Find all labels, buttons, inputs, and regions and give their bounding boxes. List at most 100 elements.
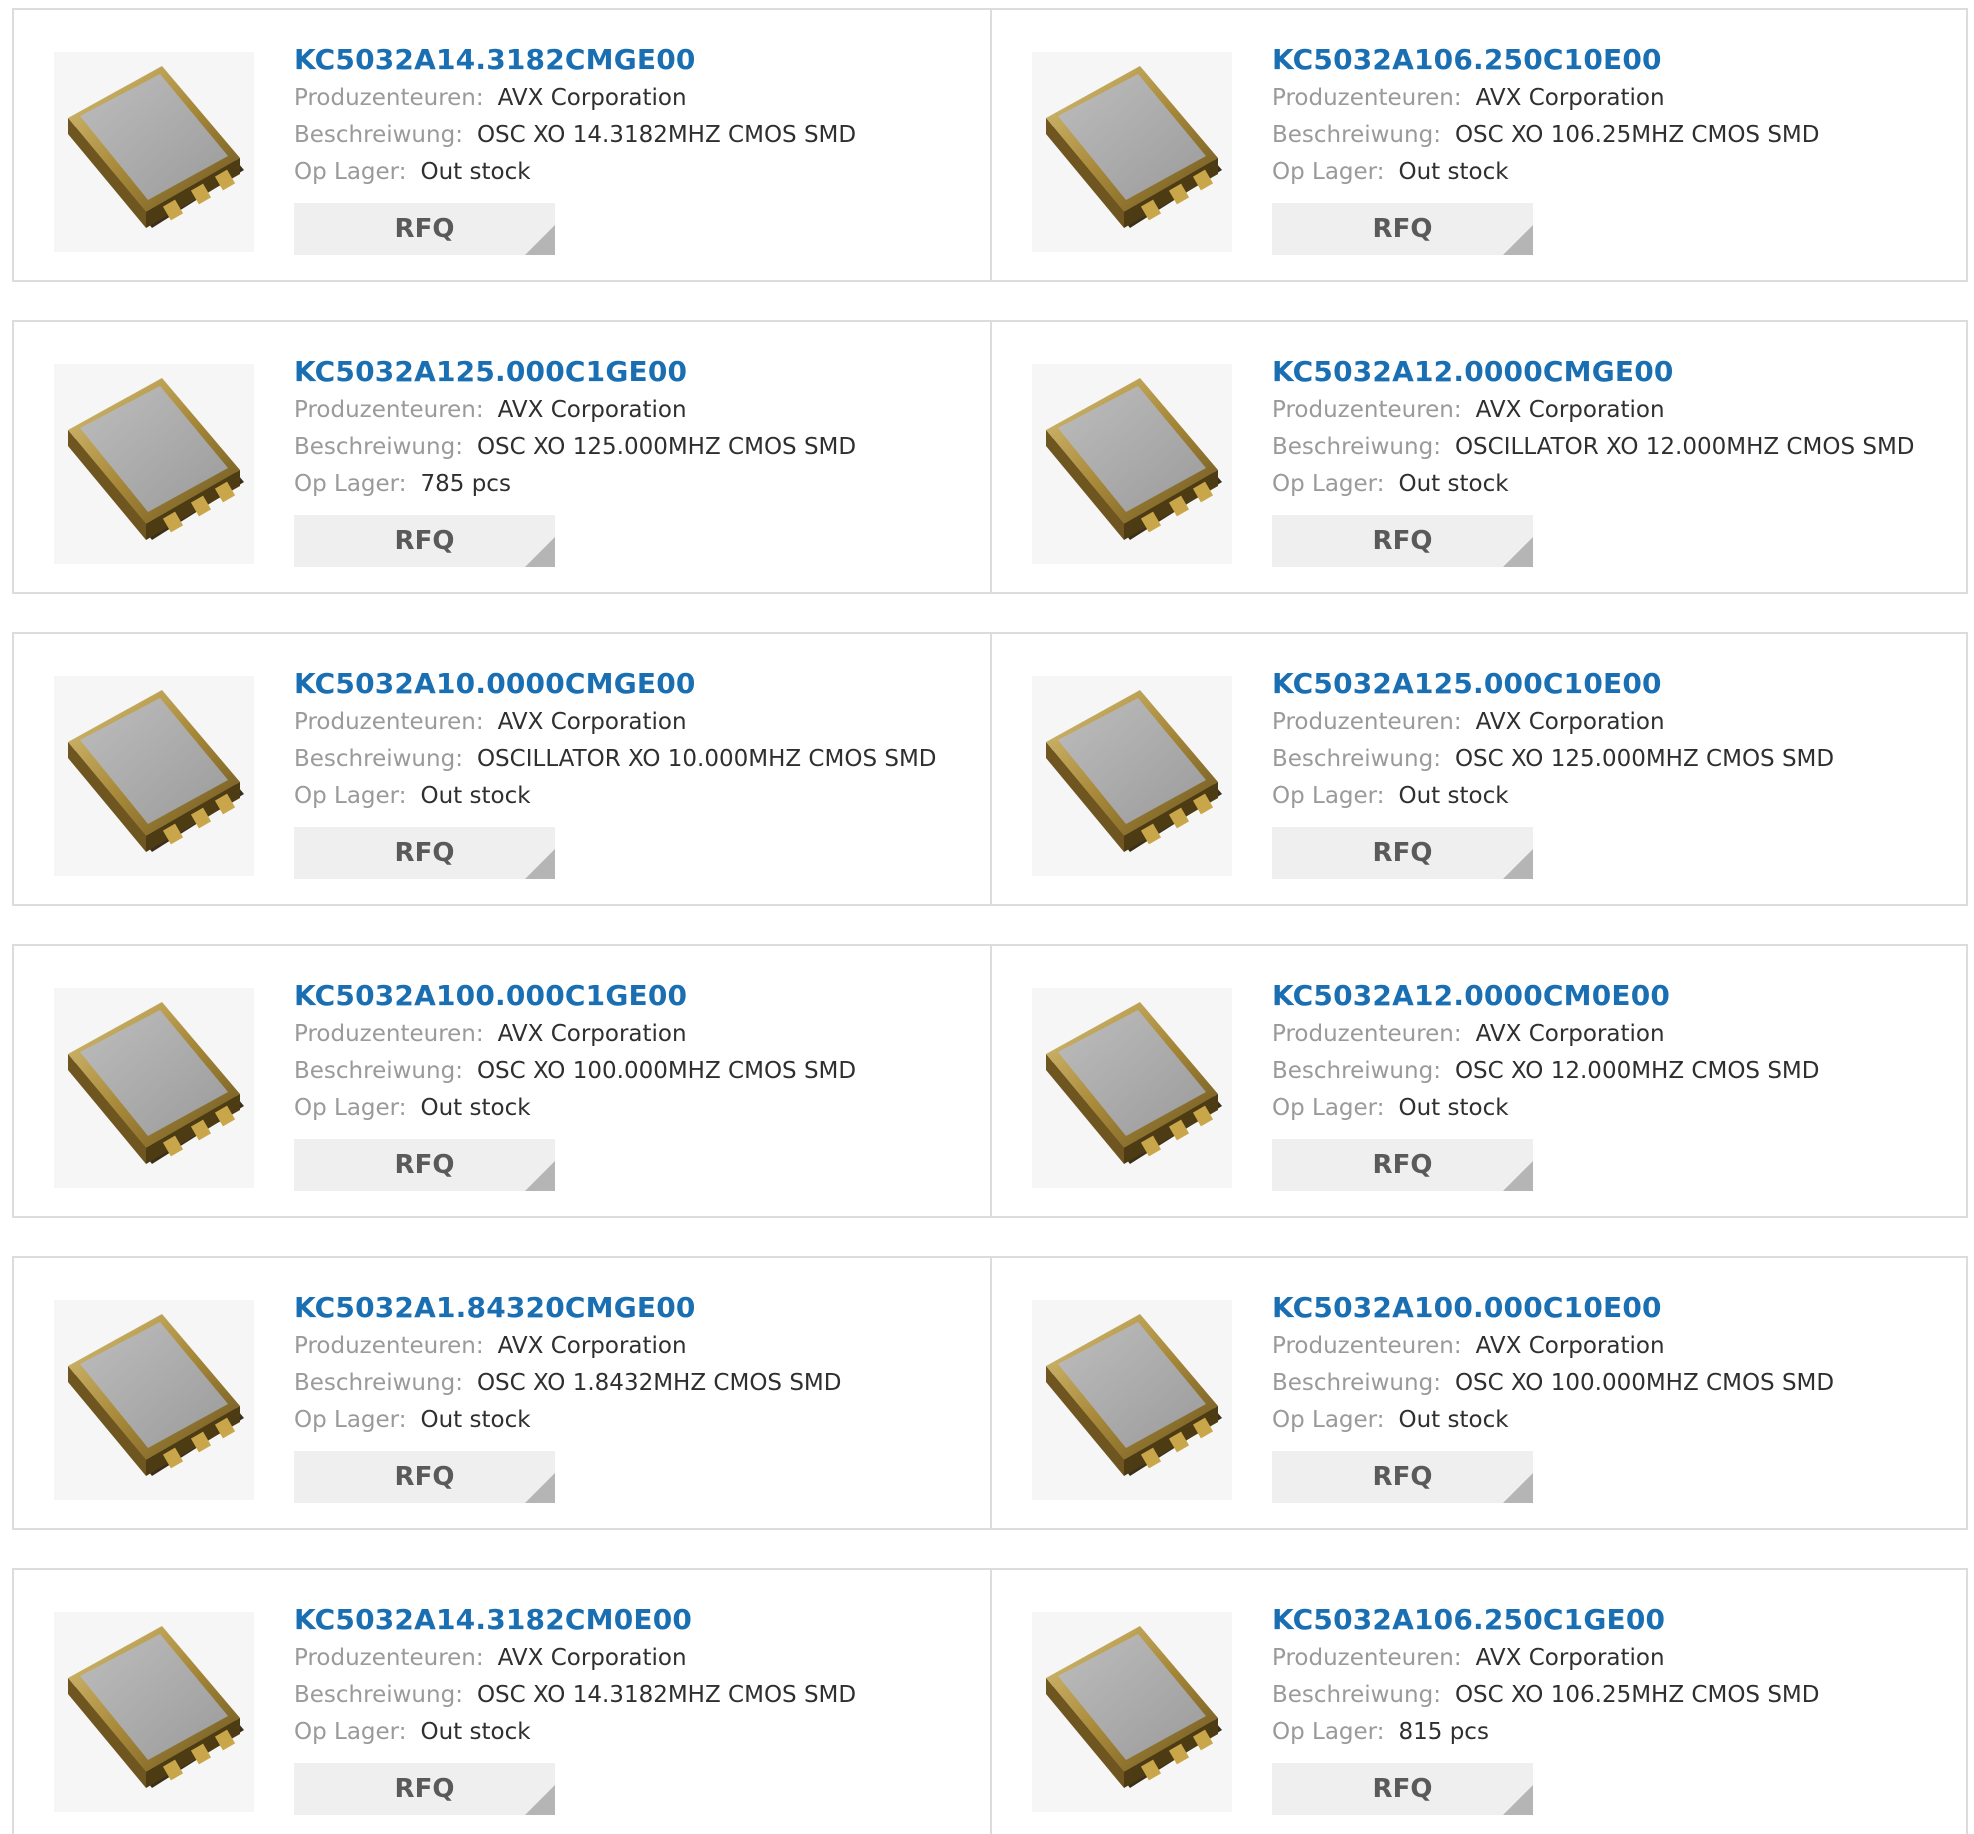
description-row: Beschreiwung: OSC XO 125.000MHZ CMOS SMD [294,429,980,466]
rfq-label: RFQ [394,1774,455,1804]
part-number-link[interactable]: KC5032A106.250C10E00 [1272,40,1956,80]
part-number-link[interactable]: KC5032A100.000C1GE00 [294,976,980,1016]
corner-triangle-icon [1503,1473,1533,1503]
part-number-link[interactable]: KC5032A10.0000CMGE00 [294,664,980,704]
product-card: KC5032A10.0000CMGE00 Produzenteuren: AVX … [14,634,990,904]
description-label: Beschreiwung: [1272,746,1441,772]
stock-row: Op Lager: Out stock [1272,1090,1956,1127]
product-image[interactable] [54,364,254,564]
stock-label: Op Lager: [1272,1719,1385,1745]
corner-triangle-icon [1503,849,1533,879]
product-card: KC5032A125.000C1GE00 Produzenteuren: AVX … [14,322,990,592]
product-image[interactable] [1032,676,1232,876]
product-image[interactable] [1032,1612,1232,1812]
manufacturer-row: Produzenteuren: AVX Corporation [1272,704,1956,741]
corner-triangle-icon [525,1473,555,1503]
manufacturer-value: AVX Corporation [497,1021,687,1047]
description-value: OSC XO 106.25MHZ CMOS SMD [1454,1682,1820,1708]
part-number-link[interactable]: KC5032A106.250C1GE00 [1272,1600,1956,1640]
description-row: Beschreiwung: OSC XO 14.3182MHZ CMOS SMD [294,1677,980,1714]
product-row: KC5032A125.000C1GE00 Produzenteuren: AVX … [12,320,1968,594]
crystal-oscillator-image [1046,690,1222,852]
description-value: OSC XO 125.000MHZ CMOS SMD [476,434,857,460]
description-label: Beschreiwung: [294,122,463,148]
manufacturer-row: Produzenteuren: AVX Corporation [1272,1640,1956,1677]
product-image[interactable] [1032,1300,1232,1500]
product-image[interactable] [54,676,254,876]
corner-triangle-icon [525,1785,555,1815]
description-value: OSC XO 100.000MHZ CMOS SMD [476,1058,857,1084]
manufacturer-value: AVX Corporation [1475,85,1665,111]
product-row: KC5032A14.3182CM0E00 Produzenteuren: AVX … [12,1568,1968,1834]
rfq-label: RFQ [1372,1150,1433,1180]
manufacturer-value: AVX Corporation [497,1333,687,1359]
product-image[interactable] [54,988,254,1188]
stock-row: Op Lager: Out stock [294,778,980,815]
stock-label: Op Lager: [1272,159,1385,185]
rfq-button[interactable]: RFQ [294,203,555,255]
crystal-oscillator-image [68,1002,244,1164]
rfq-button[interactable]: RFQ [1272,827,1533,879]
crystal-oscillator-image [1046,1314,1222,1476]
stock-value: Out stock [420,159,531,185]
rfq-button[interactable]: RFQ [1272,1139,1533,1191]
corner-triangle-icon [1503,1785,1533,1815]
crystal-oscillator-image [68,1626,244,1788]
manufacturer-label: Produzenteuren: [1272,1645,1462,1671]
product-image[interactable] [1032,988,1232,1188]
stock-label: Op Lager: [1272,783,1385,809]
rfq-button[interactable]: RFQ [1272,1451,1533,1503]
part-number-link[interactable]: KC5032A14.3182CMGE00 [294,40,980,80]
manufacturer-value: AVX Corporation [1475,1021,1665,1047]
crystal-oscillator-image [68,690,244,852]
manufacturer-row: Produzenteuren: AVX Corporation [1272,392,1956,429]
manufacturer-label: Produzenteuren: [1272,397,1462,423]
corner-triangle-icon [525,849,555,879]
manufacturer-label: Produzenteuren: [294,1333,484,1359]
part-number-link[interactable]: KC5032A125.000C1GE00 [294,352,980,392]
part-number-link[interactable]: KC5032A14.3182CM0E00 [294,1600,980,1640]
product-image[interactable] [54,52,254,252]
description-label: Beschreiwung: [1272,1058,1441,1084]
product-image[interactable] [54,1300,254,1500]
manufacturer-row: Produzenteuren: AVX Corporation [294,80,980,117]
product-card: KC5032A100.000C10E00 Produzenteuren: AVX … [990,1258,1966,1528]
description-value: OSC XO 100.000MHZ CMOS SMD [1454,1370,1835,1396]
product-row: KC5032A1.84320CMGE00 Produzenteuren: AVX … [12,1256,1968,1530]
part-number-link[interactable]: KC5032A12.0000CMGE00 [1272,352,1956,392]
rfq-button[interactable]: RFQ [1272,203,1533,255]
rfq-button[interactable]: RFQ [1272,1763,1533,1815]
rfq-label: RFQ [1372,214,1433,244]
stock-label: Op Lager: [1272,1095,1385,1121]
product-card: KC5032A14.3182CMGE00 Produzenteuren: AVX … [14,10,990,280]
part-number-link[interactable]: KC5032A12.0000CM0E00 [1272,976,1956,1016]
rfq-button[interactable]: RFQ [294,1139,555,1191]
manufacturer-label: Produzenteuren: [294,1021,484,1047]
product-image[interactable] [54,1612,254,1812]
rfq-button[interactable]: RFQ [1272,515,1533,567]
stock-label: Op Lager: [294,1719,407,1745]
description-value: OSC XO 12.000MHZ CMOS SMD [1454,1058,1820,1084]
manufacturer-label: Produzenteuren: [294,709,484,735]
rfq-button[interactable]: RFQ [294,515,555,567]
description-row: Beschreiwung: OSC XO 12.000MHZ CMOS SMD [1272,1053,1956,1090]
part-number-link[interactable]: KC5032A1.84320CMGE00 [294,1288,980,1328]
part-number-link[interactable]: KC5032A125.000C10E00 [1272,664,1956,704]
description-row: Beschreiwung: OSCILLATOR XO 12.000MHZ CMO… [1272,429,1956,466]
stock-row: Op Lager: Out stock [1272,1402,1956,1439]
description-row: Beschreiwung: OSC XO 100.000MHZ CMOS SMD [1272,1365,1956,1402]
rfq-button[interactable]: RFQ [294,1763,555,1815]
crystal-oscillator-image [1046,1002,1222,1164]
rfq-button[interactable]: RFQ [294,827,555,879]
product-image[interactable] [1032,364,1232,564]
corner-triangle-icon [525,1161,555,1191]
rfq-button[interactable]: RFQ [294,1451,555,1503]
product-card: KC5032A12.0000CMGE00 Produzenteuren: AVX … [990,322,1966,592]
part-number-link[interactable]: KC5032A100.000C10E00 [1272,1288,1956,1328]
product-image[interactable] [1032,52,1232,252]
manufacturer-row: Produzenteuren: AVX Corporation [1272,80,1956,117]
rfq-label: RFQ [1372,526,1433,556]
product-row: KC5032A100.000C1GE00 Produzenteuren: AVX … [12,944,1968,1218]
rfq-label: RFQ [1372,1462,1433,1492]
manufacturer-row: Produzenteuren: AVX Corporation [294,1016,980,1053]
